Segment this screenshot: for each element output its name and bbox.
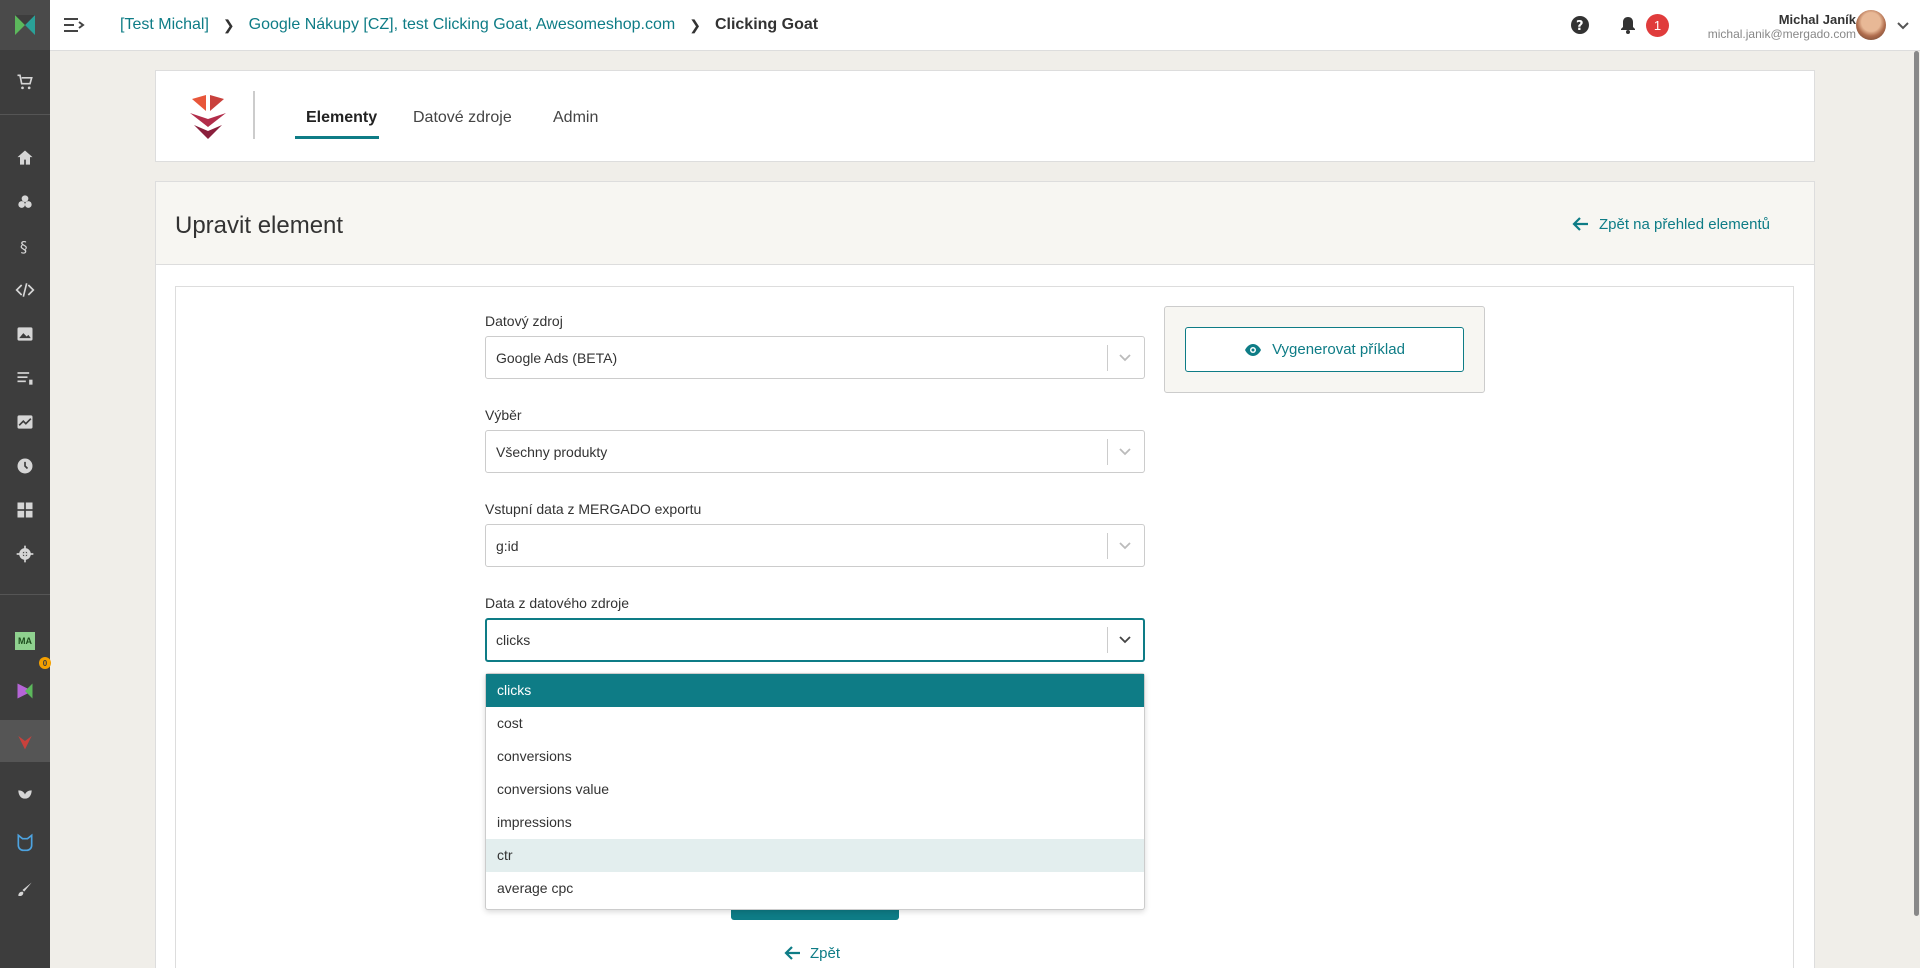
select-value: g:id — [496, 538, 519, 554]
app-header: Elementy Datové zdroje Admin — [155, 70, 1815, 162]
logo-divider — [253, 91, 255, 139]
sidebar: § MA 0 — [0, 0, 51, 968]
select-vstupni-data[interactable]: g:id — [485, 524, 1145, 567]
tab-datove-zdroje[interactable]: Datové zdroje — [413, 109, 512, 127]
ma-app-icon[interactable]: MA — [0, 621, 50, 661]
dropdown-option-clicks[interactable]: clicks — [486, 674, 1144, 707]
back-to-list-link[interactable]: Zpět na přehled elementů — [1572, 215, 1770, 233]
generate-example-label: Vygenerovat příklad — [1272, 341, 1405, 358]
app-badge: 0 — [39, 657, 51, 669]
page-title: Upravit element — [175, 212, 344, 239]
back-to-list-label: Zpět na přehled elementů — [1599, 215, 1770, 233]
clock-icon[interactable] — [0, 446, 50, 486]
select-value: Všechny produkty — [496, 444, 608, 460]
back-link[interactable]: Zpět — [784, 944, 840, 962]
arrow-left-icon — [1572, 217, 1588, 231]
chevron-right-icon: ❯ — [689, 16, 701, 33]
select-datovy-zdroj[interactable]: Google Ads (BETA) — [485, 336, 1145, 379]
preview-panel: Vygenerovat příklad — [1164, 306, 1485, 393]
home-icon[interactable] — [0, 138, 50, 178]
breadcrumb-current: Clicking Goat — [714, 16, 819, 33]
select-data-z-datoveho-zdroje[interactable]: clicks — [485, 618, 1145, 662]
chevron-down-icon — [1119, 636, 1131, 644]
avatar[interactable] — [1856, 10, 1886, 40]
dropdown-option-impressions[interactable]: impressions — [486, 806, 1144, 839]
breadcrumb-project[interactable]: [Test Michal] — [120, 16, 209, 34]
page-scrollbar[interactable] — [1913, 51, 1920, 968]
chevron-right-icon: ❯ — [222, 16, 235, 33]
cart-icon[interactable] — [0, 62, 50, 102]
bell-icon[interactable] — [1618, 15, 1638, 35]
back-label: Zpět — [810, 944, 841, 962]
field-label-datovy-zdroj: Datový zdroj — [485, 313, 563, 329]
notification-badge[interactable]: 1 — [1646, 14, 1669, 37]
field-label-vstupni-data: Vstupní data z MERGADO exportu — [485, 501, 702, 517]
menu-toggle-icon[interactable] — [62, 14, 86, 36]
scrollbar-thumb[interactable] — [1914, 51, 1919, 916]
mergado-logo-icon[interactable] — [0, 0, 50, 50]
user-email: michal.janik@mergado.com — [1707, 27, 1856, 41]
select-vyber[interactable]: Všechny produkty — [485, 430, 1145, 473]
select-value: Google Ads (BETA) — [496, 350, 618, 366]
dropdown-option-conversions[interactable]: conversions — [486, 740, 1144, 773]
svg-text:§: § — [20, 238, 28, 256]
tab-elementy[interactable]: Elementy — [306, 109, 377, 127]
chevron-down-icon[interactable] — [1896, 19, 1910, 33]
user-name: Michal Janík — [1778, 12, 1856, 27]
gear-icon[interactable] — [0, 534, 50, 574]
brush-app-icon[interactable] — [0, 870, 50, 910]
paragraph-icon[interactable]: § — [0, 226, 50, 266]
breadcrumb-export[interactable]: Google Nákupy [CZ], test Clicking Goat, … — [249, 16, 676, 34]
cat-app-icon[interactable] — [0, 822, 50, 862]
list-icon[interactable] — [0, 358, 50, 398]
field-label-vyber: Výběr — [485, 407, 522, 423]
image-icon[interactable] — [0, 314, 50, 354]
grid-icon[interactable] — [0, 490, 50, 530]
layers-icon[interactable] — [0, 182, 50, 222]
chevron-down-icon — [1119, 354, 1131, 362]
chart-icon[interactable] — [0, 402, 50, 442]
code-icon[interactable] — [0, 270, 50, 310]
clicking-goat-logo-icon — [188, 91, 228, 141]
field-label-data-z-datoveho-zdroje: Data z datového zdroje — [485, 595, 629, 611]
arrow-left-icon — [784, 946, 800, 960]
breadcrumb: [Test Michal] ❯ Google Nákupy [CZ], test… — [120, 16, 818, 34]
chevron-down-icon — [1119, 448, 1131, 456]
tab-admin[interactable]: Admin — [553, 109, 598, 127]
dropdown-option-conversions-value[interactable]: conversions value — [486, 773, 1144, 806]
dropdown-option-cost[interactable]: cost — [486, 707, 1144, 740]
goat-app-icon[interactable] — [0, 720, 50, 762]
select-value: clicks — [496, 632, 531, 648]
top-bar: [Test Michal] ❯ Google Nákupy [CZ], test… — [50, 0, 1920, 51]
mergado-app-icon[interactable] — [0, 671, 50, 711]
eye-icon — [1245, 343, 1262, 356]
plant-app-icon[interactable] — [0, 772, 50, 812]
generate-example-button[interactable]: Vygenerovat příklad — [1185, 327, 1464, 372]
svg-text:?: ? — [1576, 19, 1584, 34]
help-icon[interactable]: ? — [1570, 15, 1590, 35]
dropdown-option-ctr[interactable]: ctr — [486, 839, 1144, 872]
chevron-down-icon — [1119, 542, 1131, 550]
main-header: Upravit element Zpět na přehled elementů — [156, 182, 1814, 265]
dropdown-menu: clicks cost conversions conversions valu… — [485, 673, 1145, 910]
dropdown-option-average-cpc[interactable]: average cpc — [486, 872, 1144, 905]
active-tab-indicator — [295, 136, 379, 139]
